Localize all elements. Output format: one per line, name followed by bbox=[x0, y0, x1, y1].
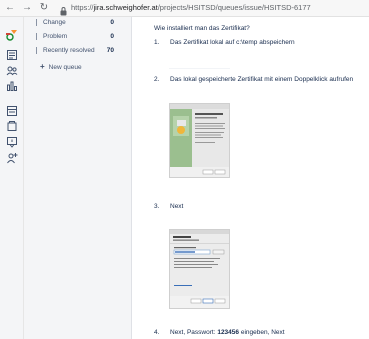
article-heading: Wie installiert man das Zertifikat? bbox=[154, 25, 250, 32]
step-text-after: eingeben, Next bbox=[239, 329, 285, 336]
url-scheme: https:// bbox=[71, 3, 94, 12]
url-host: jira.schweighofer.at bbox=[93, 3, 158, 12]
forward-arrow-icon[interactable]: → bbox=[21, 2, 33, 14]
reload-icon[interactable]: ↻ bbox=[38, 2, 50, 14]
step-number: 2. bbox=[154, 76, 160, 83]
step-text: Das lokal gespeicherte Zertifikat mit ei… bbox=[170, 76, 354, 83]
step-text-before: Next, Passwort: bbox=[170, 329, 218, 336]
queue-divider bbox=[36, 33, 37, 40]
screenshot-thumbnail-file-dialog[interactable] bbox=[169, 229, 230, 309]
customers-icon[interactable] bbox=[6, 65, 18, 77]
screenshot-thumbnail-toolbar[interactable] bbox=[169, 62, 230, 69]
queue-sidebar: Change 0 Problem 0 Recently resolved 70 … bbox=[24, 17, 132, 339]
queue-label: Problem bbox=[43, 33, 68, 40]
page-icon[interactable] bbox=[6, 120, 18, 132]
new-queue-label: New queue bbox=[48, 64, 82, 71]
step-2: 2. Das lokal gespeicherte Zertifikat mit … bbox=[154, 75, 353, 84]
step-number: 4. bbox=[154, 329, 160, 336]
screenshot-thumbnail-certificate-wizard[interactable] bbox=[169, 103, 230, 178]
queue-count: 0 bbox=[110, 19, 114, 26]
new-queue-button[interactable]: + New queue bbox=[40, 61, 82, 73]
issue-content: Wie installiert man das Zertifikat? 1. Da… bbox=[133, 17, 369, 339]
board-icon[interactable] bbox=[6, 49, 18, 61]
queue-item-recently-resolved[interactable]: Recently resolved 70 bbox=[24, 45, 132, 56]
app-rail bbox=[0, 17, 24, 339]
queue-label: Change bbox=[43, 19, 66, 26]
step-1: 1. Das Zertifikat lokal auf c:\temp abspe… bbox=[154, 38, 295, 47]
step-number: 3. bbox=[154, 203, 160, 210]
step-3: 3. Next bbox=[154, 202, 183, 211]
browser-toolbar: ← → ↻ https://jira.schweighofer.at/proje… bbox=[0, 0, 369, 17]
queue-count: 0 bbox=[110, 33, 114, 40]
step-text: Das Zertifikat lokal auf c:\temp abspeic… bbox=[170, 39, 295, 46]
step-text: Next bbox=[170, 203, 184, 210]
queue-divider bbox=[36, 47, 37, 54]
queue-item-problem[interactable]: Problem 0 bbox=[24, 31, 132, 42]
address-bar[interactable]: https://jira.schweighofer.at/projects/HS… bbox=[71, 2, 311, 14]
queue-item-change[interactable]: Change 0 bbox=[24, 17, 132, 28]
notification-icon[interactable] bbox=[6, 136, 18, 148]
step-password: 123456 bbox=[217, 329, 240, 336]
url-path: /projects/HSITSD/queues/issue/HSITSD-617… bbox=[157, 3, 311, 12]
queue-divider bbox=[36, 19, 37, 26]
lock-icon bbox=[59, 3, 68, 16]
queue-label: Recently resolved bbox=[43, 47, 95, 54]
step-4: 4. Next, Passwort: 123456 eingeben, Next bbox=[154, 328, 285, 337]
add-people-icon[interactable] bbox=[6, 152, 18, 164]
knowledge-base-icon[interactable] bbox=[6, 105, 18, 117]
back-arrow-icon[interactable]: ← bbox=[4, 2, 16, 14]
queue-count: 70 bbox=[106, 47, 114, 54]
jira-logo-icon[interactable] bbox=[6, 29, 18, 41]
plus-icon: + bbox=[40, 62, 45, 71]
step-number: 1. bbox=[154, 39, 160, 46]
reports-icon[interactable] bbox=[6, 80, 18, 92]
